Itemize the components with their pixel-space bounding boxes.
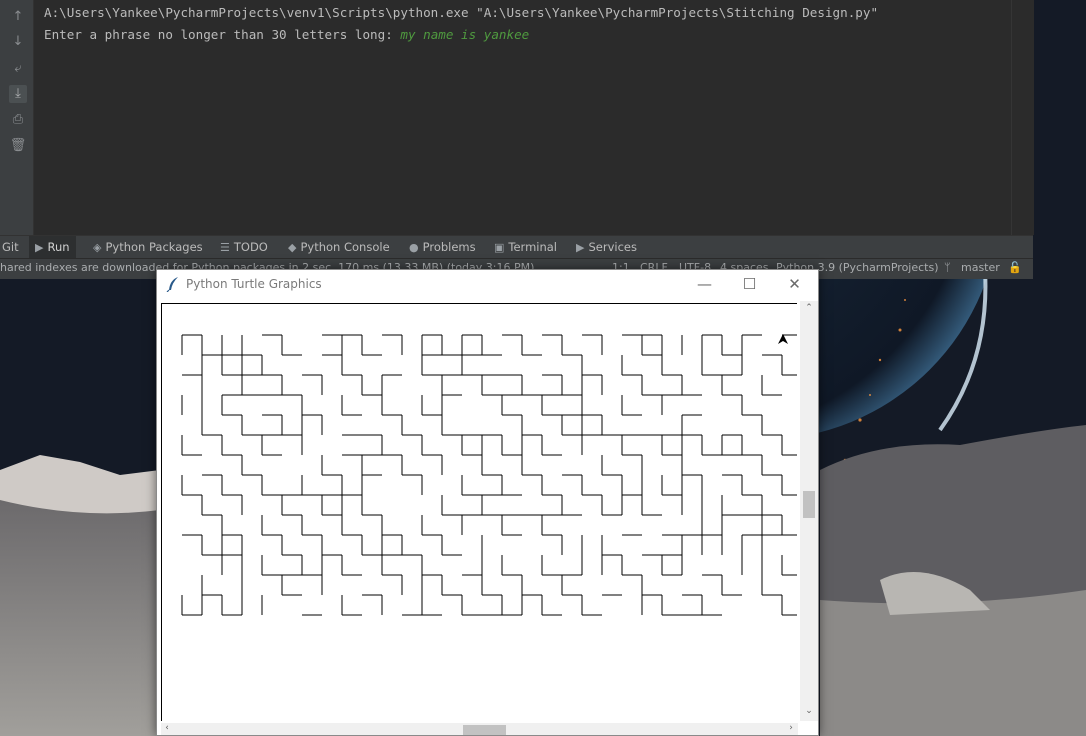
tab-todo-label: TODO [233,240,268,254]
arrow-down-icon[interactable]: ↓ [9,33,27,51]
console-user-input: my name is yankee [400,27,530,42]
tab-problems-label: Problems [422,240,476,254]
tab-todo[interactable]: ☰ TODO [220,236,268,259]
tab-python-packages[interactable]: ◈ Python Packages [93,236,203,259]
console-prompt: Enter a phrase no longer than 30 letters… [44,27,401,42]
tab-run-label: Run [47,240,70,254]
tab-python-console[interactable]: ◆ Python Console [288,236,390,259]
turtle-canvas[interactable] [161,303,797,721]
vertical-scroll-thumb[interactable] [803,491,815,518]
tab-git-label: Git [2,240,19,254]
tab-run[interactable]: ▶ Run [29,236,76,259]
terminal-icon: ▣ [494,241,505,254]
tab-python-packages-label: Python Packages [105,240,203,254]
turtle-graphics-window: Python Turtle Graphics — ☐ ✕ ⌃ ⌄ ‹ › [156,269,819,736]
tab-services-label: Services [588,240,637,254]
run-console[interactable]: A:\Users\Yankee\PycharmProjects\venv1\Sc… [34,0,1011,235]
run-icon: ▶ [35,241,44,254]
feather-icon [166,277,178,292]
trash-icon[interactable]: 🗑 [9,137,27,155]
window-title: Python Turtle Graphics [186,277,322,291]
arrow-up-icon[interactable]: ↑ [9,8,27,26]
status-branch[interactable]: master [961,261,1000,274]
vertical-scrollbar[interactable]: ⌃ ⌄ [800,301,818,721]
scroll-to-end-icon[interactable]: ⤓ [9,85,27,103]
console-scrollbar[interactable] [1011,0,1034,235]
horizontal-scrollbar[interactable]: ‹ › [161,723,798,735]
horizontal-scroll-thumb[interactable] [463,725,506,735]
tab-python-console-label: Python Console [300,240,390,254]
title-bar[interactable]: Python Turtle Graphics — ☐ ✕ [157,270,818,300]
maximize-button[interactable]: ☐ [727,270,772,300]
pycharm-window: ↑ ↓ ⤶ ⤓ ⎙ 🗑 A:\Users\Yankee\PycharmProje… [0,0,1034,279]
problems-icon: ● [409,241,419,254]
tab-services[interactable]: ▶ Services [576,236,637,259]
console-prompt-line: Enter a phrase no longer than 30 letters… [44,27,529,42]
tab-terminal-label: Terminal [508,240,558,254]
packages-icon: ◈ [93,241,102,254]
scroll-right-arrow-icon[interactable]: › [785,723,797,733]
lock-icon[interactable]: 🔓 [1008,261,1022,274]
stitch-pattern [181,334,797,616]
tool-window-tabs: Git ▶ Run ◈ Python Packages ☰ TODO ◆ Python … [0,235,1033,259]
stitching-design-drawing [181,334,797,616]
soft-wrap-icon[interactable]: ⤶ [9,60,27,78]
tab-git[interactable]: Git [2,236,19,259]
scroll-up-arrow-icon[interactable]: ⌃ [800,303,818,313]
branch-icon: ᛘ [944,261,951,274]
tab-terminal[interactable]: ▣ Terminal [494,236,557,259]
services-icon: ▶ [576,241,585,254]
python-console-icon: ◆ [288,241,297,254]
tab-problems[interactable]: ● Problems [409,236,476,259]
close-button[interactable]: ✕ [772,270,817,300]
minimize-button[interactable]: — [682,270,727,300]
scroll-down-arrow-icon[interactable]: ⌄ [800,706,818,716]
todo-icon: ☰ [220,241,230,254]
run-left-toolbar: ↑ ↓ ⤶ ⤓ ⎙ 🗑 [0,0,34,235]
scroll-left-arrow-icon[interactable]: ‹ [161,723,173,733]
print-icon[interactable]: ⎙ [9,111,27,129]
console-command-line: A:\Users\Yankee\PycharmProjects\venv1\Sc… [44,5,879,20]
